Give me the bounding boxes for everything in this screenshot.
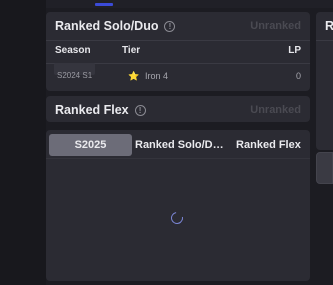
right-panel-card: R	[316, 12, 333, 150]
right-panel-title: R	[325, 19, 333, 33]
table-row: S2024 S1 ⭐ Iron 4 0	[46, 63, 310, 89]
left-gutter	[0, 0, 46, 285]
right-panel-divider	[316, 40, 333, 41]
ranked-flex-header: Ranked Flex ! Unranked	[55, 96, 301, 124]
tab-divider	[46, 158, 310, 159]
column-season: Season	[55, 45, 91, 56]
loading-spinner-icon	[168, 209, 186, 227]
ranked-solo-table-header: Season Tier LP	[46, 40, 310, 64]
tab-bar: S2025 Ranked Solo/Duo Ranked Flex	[49, 134, 307, 156]
column-lp: LP	[288, 45, 301, 56]
tab-ranked-flex[interactable]: Ranked Flex	[230, 134, 307, 156]
ranked-solo-header: Ranked Solo/Duo ! Unranked	[55, 12, 301, 40]
lp-value: 0	[295, 71, 301, 81]
ranked-flex-title: Ranked Flex	[55, 103, 129, 117]
active-nav-indicator	[95, 3, 113, 6]
tier-value: Iron 4	[145, 71, 169, 81]
tier-emblem-icon: ⭐	[128, 71, 140, 81]
tab-ranked-solo[interactable]: Ranked Solo/Duo	[135, 134, 224, 156]
season-badge: S2024 S1	[54, 63, 96, 80]
ranked-solo-title: Ranked Solo/Duo	[55, 19, 159, 33]
info-icon[interactable]: !	[134, 104, 146, 116]
column-tier: Tier	[122, 45, 141, 56]
ranked-solo-status: Unranked	[250, 20, 301, 32]
top-strip	[0, 0, 333, 8]
ranked-flex-status: Unranked	[250, 104, 301, 116]
ranked-flex-card: Ranked Flex ! Unranked	[46, 96, 310, 122]
info-icon[interactable]: !	[164, 20, 176, 32]
match-history-panel: S2025 Ranked Solo/Duo Ranked Flex	[46, 130, 310, 281]
ranked-solo-card: Ranked Solo/Duo ! Unranked Season Tier L…	[46, 12, 310, 91]
right-panel-button[interactable]	[316, 152, 333, 184]
tab-s2025[interactable]: S2025	[49, 134, 132, 156]
